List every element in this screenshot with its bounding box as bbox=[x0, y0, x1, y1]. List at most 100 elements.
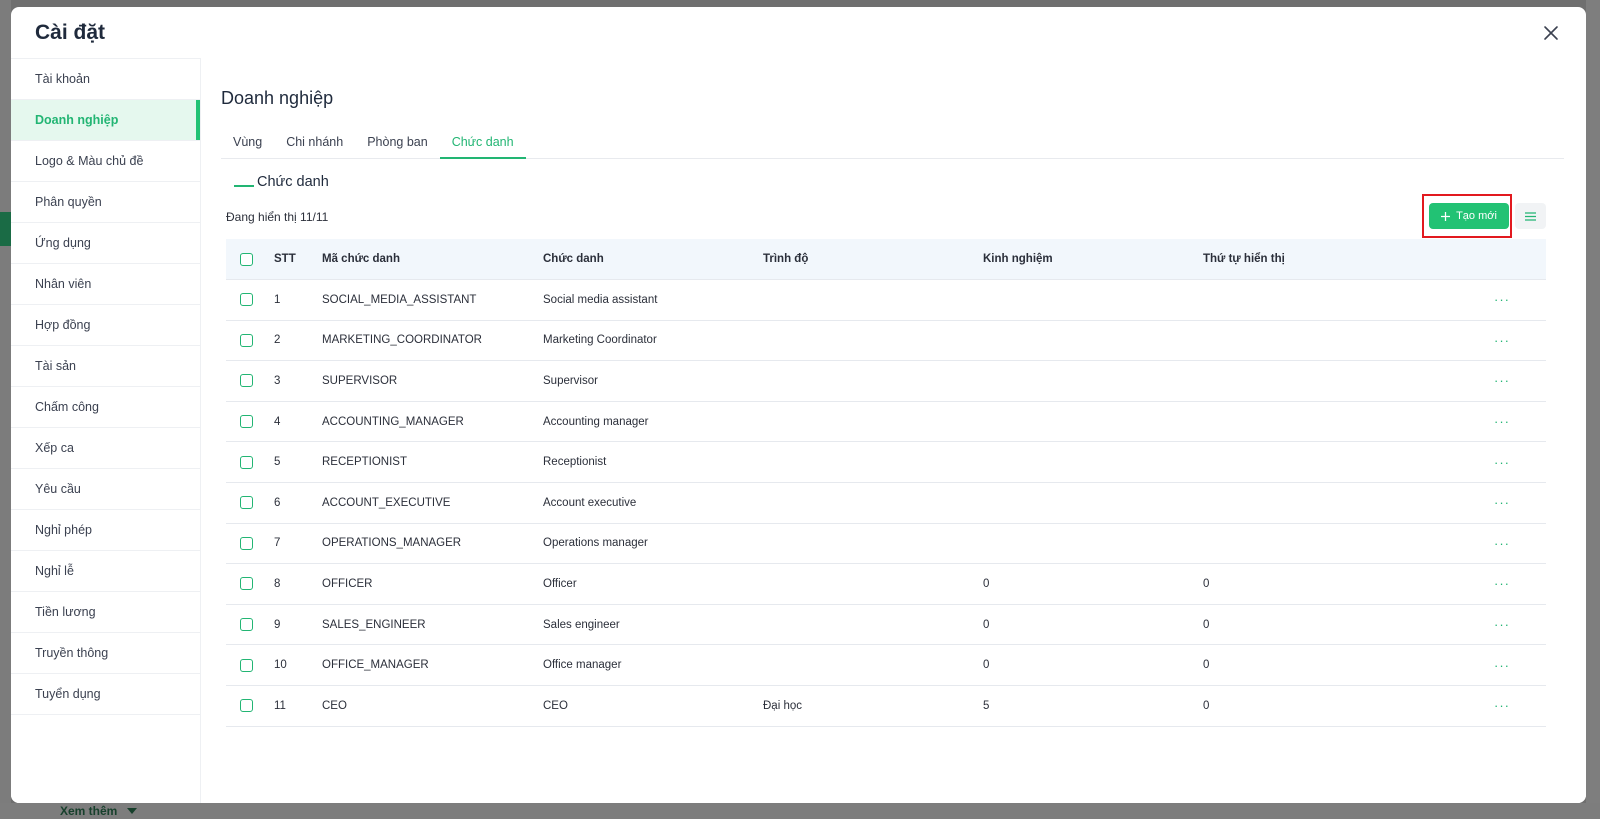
settings-sidebar: Tài khoản Doanh nghiệp Logo & Màu chủ đề Ph… bbox=[11, 58, 201, 803]
row-checkbox-cell bbox=[226, 699, 274, 713]
row-checkbox[interactable] bbox=[240, 577, 253, 591]
cell-code: OFFICER bbox=[322, 577, 373, 590]
sidebar-item[interactable]: Logo & Màu chủ đề bbox=[11, 141, 200, 182]
background-left bbox=[0, 0, 11, 819]
select-all-checkbox[interactable] bbox=[240, 252, 253, 266]
row-checkbox[interactable] bbox=[240, 496, 253, 510]
sidebar-item[interactable]: Nghỉ lễ bbox=[11, 551, 200, 592]
row-checkbox-cell bbox=[226, 333, 274, 347]
more-dots-icon[interactable]: ··· bbox=[1494, 699, 1510, 712]
table-row[interactable]: 7 OPERATIONS_MANAGER Operations manager ··· bbox=[226, 524, 1546, 565]
table-row[interactable]: 9 SALES_ENGINEER Sales engineer 0 0 ··· bbox=[226, 605, 1546, 646]
cell-display-order: 0 bbox=[1203, 618, 1210, 631]
table-row[interactable]: 4 ACCOUNTING_MANAGER Accounting manager ··· bbox=[226, 402, 1546, 443]
more-dots-icon[interactable]: ··· bbox=[1494, 496, 1510, 509]
table-row[interactable]: 10 OFFICE_MANAGER Office manager 0 0 ··· bbox=[226, 645, 1546, 686]
header-checkbox-cell bbox=[226, 252, 274, 266]
more-dots-icon[interactable]: ··· bbox=[1494, 456, 1510, 469]
row-actions-cell: ··· bbox=[1458, 659, 1546, 672]
row-actions-cell: ··· bbox=[1458, 618, 1546, 631]
section-subtitle: Chức danh bbox=[234, 174, 329, 190]
sidebar-item[interactable]: Phân quyền bbox=[11, 182, 200, 223]
row-actions-cell: ··· bbox=[1458, 415, 1546, 428]
cell-level: Đại học bbox=[763, 699, 802, 712]
table-row[interactable]: 1 SOCIAL_MEDIA_ASSISTANT Social media assi… bbox=[226, 280, 1546, 321]
cell-experience: 5 bbox=[983, 699, 990, 712]
sidebar-item-label: Ứng dụng bbox=[35, 236, 91, 250]
list-menu-icon bbox=[1525, 211, 1536, 221]
sidebar-item[interactable]: Tài khoản bbox=[11, 59, 200, 100]
close-button[interactable] bbox=[1538, 20, 1564, 46]
sidebar-item[interactable]: Tuyển dụng bbox=[11, 674, 200, 715]
column-menu-button[interactable] bbox=[1515, 203, 1546, 229]
sidebar-item[interactable]: Hợp đồng bbox=[11, 305, 200, 346]
table-row[interactable]: 5 RECEPTIONIST Receptionist ··· bbox=[226, 442, 1546, 483]
row-checkbox[interactable] bbox=[240, 374, 253, 388]
more-dots-icon[interactable]: ··· bbox=[1494, 659, 1510, 672]
more-dots-icon[interactable]: ··· bbox=[1494, 618, 1510, 631]
sidebar-item[interactable]: Doanh nghiệp bbox=[11, 100, 200, 141]
header-title: Chức danh bbox=[543, 253, 604, 265]
more-dots-icon[interactable]: ··· bbox=[1494, 334, 1510, 347]
modal-body: Tài khoản Doanh nghiệp Logo & Màu chủ đề Ph… bbox=[11, 58, 1586, 803]
row-checkbox[interactable] bbox=[240, 333, 253, 347]
table-row[interactable]: 3 SUPERVISOR Supervisor ··· bbox=[226, 361, 1546, 402]
sidebar-item[interactable]: Xếp ca bbox=[11, 428, 200, 469]
cell-experience: 0 bbox=[983, 618, 990, 631]
header-display-order: Thứ tự hiển thị bbox=[1203, 253, 1285, 265]
create-button[interactable]: Tạo mới bbox=[1429, 203, 1509, 229]
more-dots-icon[interactable]: ··· bbox=[1494, 537, 1510, 550]
cell-title: Officer bbox=[543, 577, 577, 590]
row-actions-cell: ··· bbox=[1458, 374, 1546, 387]
background-bottom bbox=[0, 803, 1600, 819]
cell-code: OPERATIONS_MANAGER bbox=[322, 537, 462, 550]
table-row[interactable]: 6 ACCOUNT_EXECUTIVE Account executive ··· bbox=[226, 483, 1546, 524]
cell-title: Supervisor bbox=[543, 374, 598, 387]
modal-title: Cài đặt bbox=[35, 20, 106, 44]
row-checkbox[interactable] bbox=[240, 293, 253, 307]
table-row[interactable]: 11 CEO CEO Đại học 5 0 ··· bbox=[226, 686, 1546, 727]
tab[interactable]: Phòng ban bbox=[355, 128, 439, 159]
cell-code: OFFICE_MANAGER bbox=[322, 659, 429, 672]
sidebar-item[interactable]: Yêu cầu bbox=[11, 469, 200, 510]
more-dots-icon[interactable]: ··· bbox=[1494, 577, 1510, 590]
sidebar-item[interactable]: Tiền lương bbox=[11, 592, 200, 633]
tab[interactable]: Vùng bbox=[221, 128, 274, 159]
row-checkbox-cell bbox=[226, 618, 274, 632]
create-button-label: Tạo mới bbox=[1456, 210, 1497, 222]
table-row[interactable]: 2 MARKETING_COORDINATOR Marketing Coordina… bbox=[226, 321, 1546, 362]
more-dots-icon[interactable]: ··· bbox=[1494, 415, 1510, 428]
row-actions-cell: ··· bbox=[1458, 456, 1546, 469]
sidebar-item[interactable]: Tài sản bbox=[11, 346, 200, 387]
row-checkbox[interactable] bbox=[240, 415, 253, 429]
table-row[interactable]: 8 OFFICER Officer 0 0 ··· bbox=[226, 564, 1546, 605]
cell-title: Office manager bbox=[543, 659, 622, 672]
row-checkbox[interactable] bbox=[240, 536, 253, 550]
cell-title: Accounting manager bbox=[543, 415, 649, 428]
cell-stt: 10 bbox=[274, 659, 287, 672]
close-icon bbox=[1544, 26, 1558, 40]
row-checkbox[interactable] bbox=[240, 699, 253, 713]
cell-code: ACCOUNT_EXECUTIVE bbox=[322, 496, 451, 509]
cell-code: RECEPTIONIST bbox=[322, 456, 407, 469]
tab[interactable]: Chức danh bbox=[439, 128, 526, 159]
cell-stt: 7 bbox=[274, 537, 281, 550]
sidebar-item[interactable]: Ứng dụng bbox=[11, 223, 200, 264]
sidebar-item-label: Chấm công bbox=[35, 400, 99, 414]
row-checkbox-cell bbox=[226, 415, 274, 429]
cell-stt: 4 bbox=[274, 415, 281, 428]
row-checkbox[interactable] bbox=[240, 658, 253, 672]
sidebar-item-label: Hợp đồng bbox=[35, 318, 91, 332]
row-checkbox[interactable] bbox=[240, 455, 253, 469]
sidebar-item[interactable]: Chấm công bbox=[11, 387, 200, 428]
more-dots-icon[interactable]: ··· bbox=[1494, 374, 1510, 387]
row-actions-cell: ··· bbox=[1458, 496, 1546, 509]
more-dots-icon[interactable]: ··· bbox=[1494, 293, 1510, 306]
tab[interactable]: Chi nhánh bbox=[274, 128, 355, 159]
subtitle-accent-bar bbox=[234, 185, 254, 187]
sidebar-item[interactable]: Nhân viên bbox=[11, 264, 200, 305]
sidebar-item-label: Xếp ca bbox=[35, 441, 74, 455]
sidebar-item[interactable]: Nghỉ phép bbox=[11, 510, 200, 551]
row-checkbox[interactable] bbox=[240, 618, 253, 632]
sidebar-item[interactable]: Truyền thông bbox=[11, 633, 200, 674]
